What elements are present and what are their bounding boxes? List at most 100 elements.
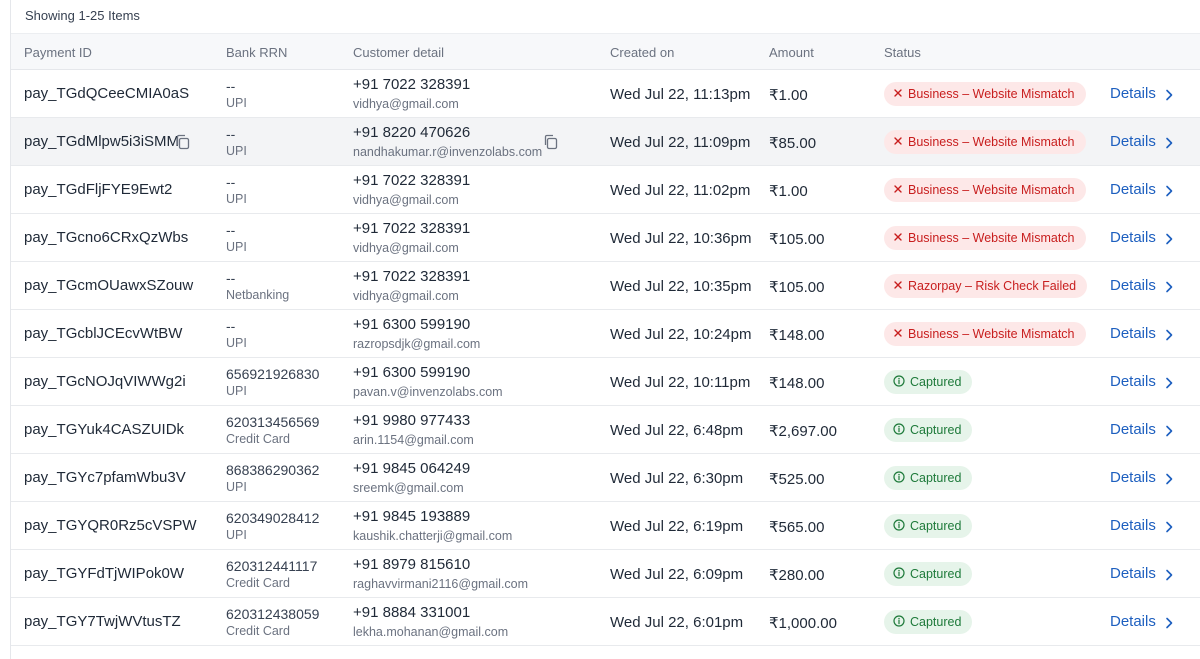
details-link[interactable]: Details: [1110, 517, 1173, 534]
chevron-right-icon: [1165, 568, 1173, 580]
payment-method: UPI: [226, 480, 247, 494]
table-row[interactable]: pay_TGYQR0Rz5cVSPW 620349028412 UPI +91 984…: [11, 502, 1200, 550]
payment-id[interactable]: pay_TGcNOJqVIWWg2i: [24, 373, 186, 390]
payment-id[interactable]: pay_TGcno6CRxQzWbs: [24, 229, 188, 246]
status-badge: Business – Website Mismatch: [884, 178, 1086, 202]
customer-email: sreemk@gmail.com: [353, 481, 464, 495]
info-circle-icon: [893, 519, 905, 533]
status-badge: Business – Website Mismatch: [884, 82, 1086, 106]
details-label: Details: [1110, 85, 1156, 102]
chevron-right-icon: [1165, 472, 1173, 484]
payment-id[interactable]: pay_TGcblJCEcvWtBW: [24, 325, 182, 342]
details-link[interactable]: Details: [1110, 277, 1173, 294]
close-icon: [893, 88, 903, 100]
payment-id[interactable]: pay_TGYQR0Rz5cVSPW: [24, 517, 197, 534]
table-row[interactable]: pay_TGYuk4CASZUIDk 620313456569 Credit Car…: [11, 406, 1200, 454]
payment-id[interactable]: pay_TGdFljFYE9Ewt2: [24, 181, 172, 198]
payment-id[interactable]: pay_TGYuk4CASZUIDk: [24, 421, 184, 438]
info-circle-icon: [893, 423, 905, 437]
created-on: Wed Jul 22, 6:19pm: [610, 518, 744, 535]
details-label: Details: [1110, 229, 1156, 246]
customer-phone: +91 6300 599190: [353, 364, 471, 381]
customer-email: nandhakumar.r@invenzolabs.com: [353, 145, 543, 159]
table-header: Payment ID Bank RRN Customer detail Crea…: [11, 33, 1200, 70]
status-text: Captured: [910, 567, 962, 581]
customer-phone: +91 8220 470626: [353, 124, 471, 141]
table-row[interactable]: pay_TGYFdTjWIPok0W 620312441117 Credit Car…: [11, 550, 1200, 598]
details-link[interactable]: Details: [1110, 181, 1173, 198]
table-row[interactable]: pay_TGcmOUawxSZouw -- Netbanking +91 7022 3…: [11, 262, 1200, 310]
info-circle-icon: [893, 471, 905, 485]
customer-email: vidhya@gmail.com: [353, 97, 459, 111]
created-on: Wed Jul 22, 11:09pm: [610, 134, 751, 151]
chevron-right-icon: [1165, 520, 1173, 532]
details-link[interactable]: Details: [1110, 421, 1173, 438]
table-row[interactable]: pay_TGY7TwjWVtusTZ 620312438059 Credit Car…: [11, 598, 1200, 646]
payment-method: Credit Card: [226, 576, 290, 590]
payment-id[interactable]: pay_TGcmOUawxSZouw: [24, 277, 193, 294]
table-row[interactable]: pay_TGYc7pfamWbu3V 868386290362 UPI +91 984…: [11, 454, 1200, 502]
table-row[interactable]: pay_TGdQCeeCMIA0aS -- UPI +91 7022 328391 vi…: [11, 70, 1200, 118]
payment-method: UPI: [226, 336, 247, 350]
payment-method: UPI: [226, 240, 247, 254]
payment-id[interactable]: pay_TGY7TwjWVtusTZ: [24, 613, 181, 630]
amount: ₹1.00: [769, 87, 808, 104]
customer-phone: +91 6300 599190: [353, 316, 471, 333]
bank-rrn: --: [226, 318, 236, 334]
table-row[interactable]: pay_TGdFljFYE9Ewt2 -- UPI +91 7022 328391 vi…: [11, 166, 1200, 214]
details-link[interactable]: Details: [1110, 373, 1173, 390]
customer-email: lekha.mohanan@gmail.com: [353, 625, 509, 639]
details-link[interactable]: Details: [1110, 613, 1173, 630]
table-row[interactable]: pay_TGcblJCEcvWtBW -- UPI +91 6300 599190 ra…: [11, 310, 1200, 358]
details-label: Details: [1110, 133, 1156, 150]
chevron-right-icon: [1165, 424, 1173, 436]
details-label: Details: [1110, 613, 1156, 630]
details-link[interactable]: Details: [1110, 133, 1173, 150]
table-row[interactable]: pay_TGcNOJqVIWWg2i 656921926830 UPI +91 630…: [11, 358, 1200, 406]
info-circle-icon: [893, 375, 905, 389]
bank-rrn: 868386290362: [226, 462, 320, 478]
payment-id[interactable]: pay_TGdQCeeCMIA0aS: [24, 85, 189, 102]
payment-method: UPI: [226, 528, 247, 542]
customer-phone: +91 8979 815610: [353, 556, 471, 573]
customer-phone: +91 9845 193889: [353, 508, 471, 525]
payment-id[interactable]: pay_TGYc7pfamWbu3V: [24, 469, 186, 486]
details-link[interactable]: Details: [1110, 85, 1173, 102]
status-badge: Business – Website Mismatch: [884, 130, 1086, 154]
status-text: Business – Website Mismatch: [908, 231, 1075, 245]
created-on: Wed Jul 22, 6:09pm: [610, 566, 744, 583]
customer-phone: +91 8884 331001: [353, 604, 471, 621]
created-on: Wed Jul 22, 11:13pm: [610, 86, 751, 103]
table-body: pay_TGdQCeeCMIA0aS -- UPI +91 7022 328391 vi…: [11, 70, 1200, 659]
details-label: Details: [1110, 181, 1156, 198]
payment-id[interactable]: pay_TGYFdTjWIPok0W: [24, 565, 184, 582]
column-header-payment-id: Payment ID: [24, 45, 92, 60]
status-badge: Business – Website Mismatch: [884, 322, 1086, 346]
copy-icon[interactable]: [175, 134, 190, 150]
copy-icon[interactable]: [543, 134, 558, 150]
status-text: Captured: [910, 423, 962, 437]
details-link[interactable]: Details: [1110, 565, 1173, 582]
chevron-right-icon: [1165, 136, 1173, 148]
table-row[interactable]: pay_TGdMlpw5i3iSMM -- UPI +91 8220 470626 na…: [11, 118, 1200, 166]
info-circle-icon: [893, 567, 905, 581]
status-text: Captured: [910, 375, 962, 389]
chevron-right-icon: [1165, 88, 1173, 100]
details-link[interactable]: Details: [1110, 229, 1173, 246]
details-link[interactable]: Details: [1110, 469, 1173, 486]
status-text: Business – Website Mismatch: [908, 87, 1075, 101]
chevron-right-icon: [1165, 232, 1173, 244]
payment-method: UPI: [226, 384, 247, 398]
bank-rrn: 620349028412: [226, 510, 320, 526]
payment-id[interactable]: pay_TGdMlpw5i3iSMM: [24, 133, 179, 150]
customer-email: vidhya@gmail.com: [353, 193, 459, 207]
table-row[interactable]: pay_TGcno6CRxQzWbs -- UPI +91 7022 328391 vi…: [11, 214, 1200, 262]
amount: ₹148.00: [769, 327, 825, 344]
bank-rrn: 656921926830: [226, 366, 320, 382]
details-link[interactable]: Details: [1110, 325, 1173, 342]
details-label: Details: [1110, 325, 1156, 342]
close-icon: [893, 280, 903, 292]
customer-email: kaushik.chatterji@gmail.com: [353, 529, 513, 543]
created-on: Wed Jul 22, 6:48pm: [610, 422, 744, 439]
amount: ₹2,697.00: [769, 423, 837, 440]
